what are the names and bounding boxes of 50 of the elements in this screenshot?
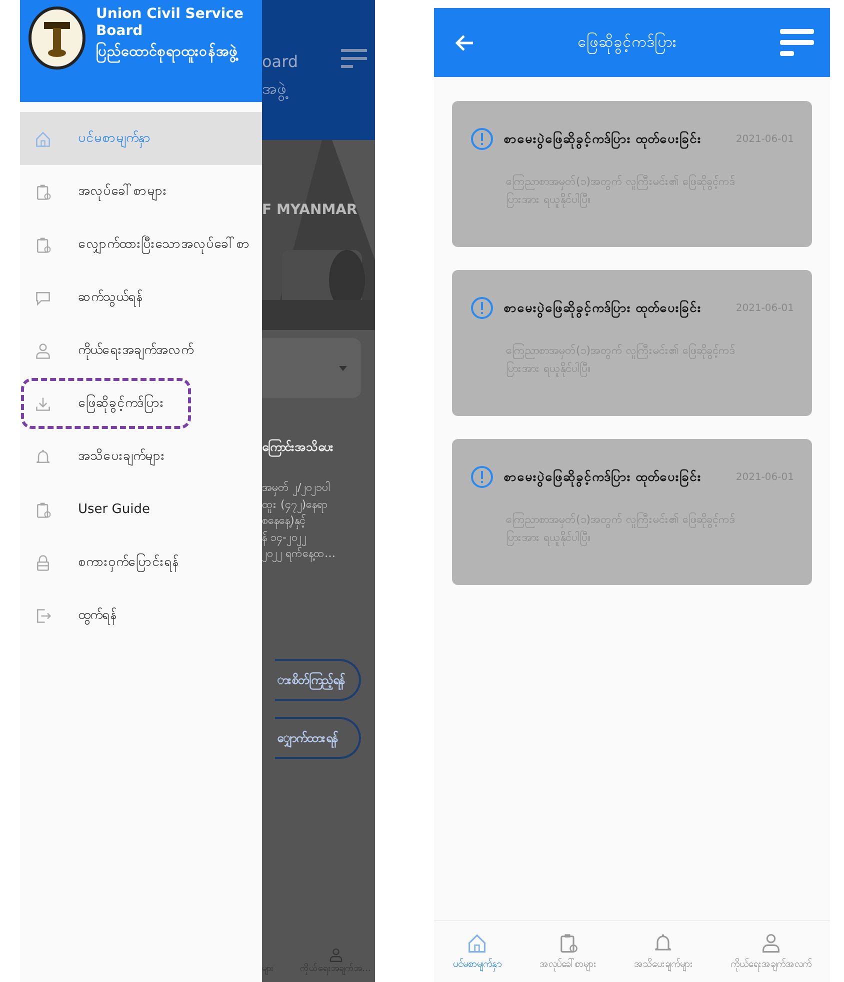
bottom-nav-tab[interactable]: အသိပေးချက်များ — [634, 932, 693, 973]
drawer-menu-item[interactable]: စကားဝှက်ပြောင်းရန် — [20, 536, 262, 589]
download-icon — [34, 394, 52, 412]
drawer-menu-item[interactable]: ကိုယ်ရေးအချက်အလက် — [20, 324, 262, 377]
drawer-menu-item[interactable]: လျှောက်ထားပြီးသောအလုပ်ခေါ်စာ — [20, 218, 262, 271]
person-icon — [760, 932, 782, 954]
notification-title: စာမေးပွဲဖြေဆိုခွင့်ကဒ်ပြား ထုတ်ပေးခြင်း — [504, 130, 702, 148]
menu-icon — [341, 48, 367, 70]
person-icon — [34, 342, 52, 360]
drawer-menu-item[interactable]: ဖြေဆိုခွင့်ကဒ်ပြား — [20, 377, 192, 430]
bottom-nav-tab[interactable]: အလုပ်ခေါ်စာများ — [539, 932, 596, 973]
header-text: oard — [262, 51, 298, 73]
body-text-line: ထူး (၄၇၂)နေရာ — [262, 496, 375, 513]
bottom-nav-tab[interactable]: ကိုယ်ရေးအချက်အလက် — [730, 932, 812, 973]
screen-title: ဖြေဆိုခွင့်ကဒ်ပြား — [578, 31, 676, 54]
home-icon — [466, 932, 488, 954]
bottom-nav-tab[interactable]: ပင်မစာမျက်နှာ — [452, 932, 502, 973]
body-text-line: စနေနေ့)နှင့် — [262, 513, 375, 530]
app-title: Union Civil Service Board — [96, 6, 244, 40]
bell-icon — [34, 448, 52, 466]
drawer-menu-item[interactable]: အသိပေးချက်များ — [20, 430, 262, 483]
body-text-line: န် ၁၄-၂၀၂၂ — [262, 530, 375, 546]
app-subtitle: ပြည်ထောင်စုရာထူးဝန်အဖွဲ့ — [96, 42, 254, 63]
header-text: အဖွဲ့ — [262, 75, 298, 102]
outline-button[interactable]: ျှောက်ထားရန် — [275, 716, 361, 758]
person-icon — [328, 946, 344, 962]
drawer-menu-item[interactable]: အလုပ်ခေါ်စာများ — [20, 165, 262, 218]
drawer-menu-item[interactable]: User Guide — [20, 483, 262, 536]
logout-icon — [34, 606, 52, 624]
clipboard-icon — [34, 236, 52, 254]
alert-icon — [470, 127, 494, 151]
body-text-line: အမှတ် ၂/၂၀၂၁ပါ — [262, 480, 375, 496]
outline-button[interactable]: ားစိတ်ကြည့်ရန် — [275, 658, 361, 700]
body-text-line: ၂၀၂၂ ရက်နေ့ထ… — [262, 546, 336, 562]
clipboard-icon — [34, 182, 52, 200]
menu-icon[interactable] — [780, 28, 814, 56]
drawer-menu-item[interactable]: ထွက်ရန် — [20, 589, 262, 642]
emblem-logo — [28, 6, 86, 70]
notification-title: စာမေးပွဲဖြေဆိုခွင့်ကဒ်ပြား ထုတ်ပေးခြင်း — [504, 298, 702, 318]
alert-icon — [470, 465, 494, 489]
back-arrow-icon[interactable] — [454, 34, 474, 52]
notification-title: စာမေးပွဲဖြေဆိုခွင့်ကဒ်ပြား ထုတ်ပေးခြင်း — [504, 468, 702, 486]
clipboard-icon — [34, 500, 52, 518]
drawer-menu-item[interactable]: ဆက်သွယ်ရန် — [20, 271, 262, 324]
lock-icon — [34, 554, 52, 572]
caret-icon — [339, 366, 347, 370]
alert-icon — [470, 296, 494, 320]
home-icon — [34, 130, 52, 148]
section-title: ကြောင်းအသိပေး — [262, 438, 375, 456]
banner-text: F MYANMAR — [262, 201, 358, 220]
